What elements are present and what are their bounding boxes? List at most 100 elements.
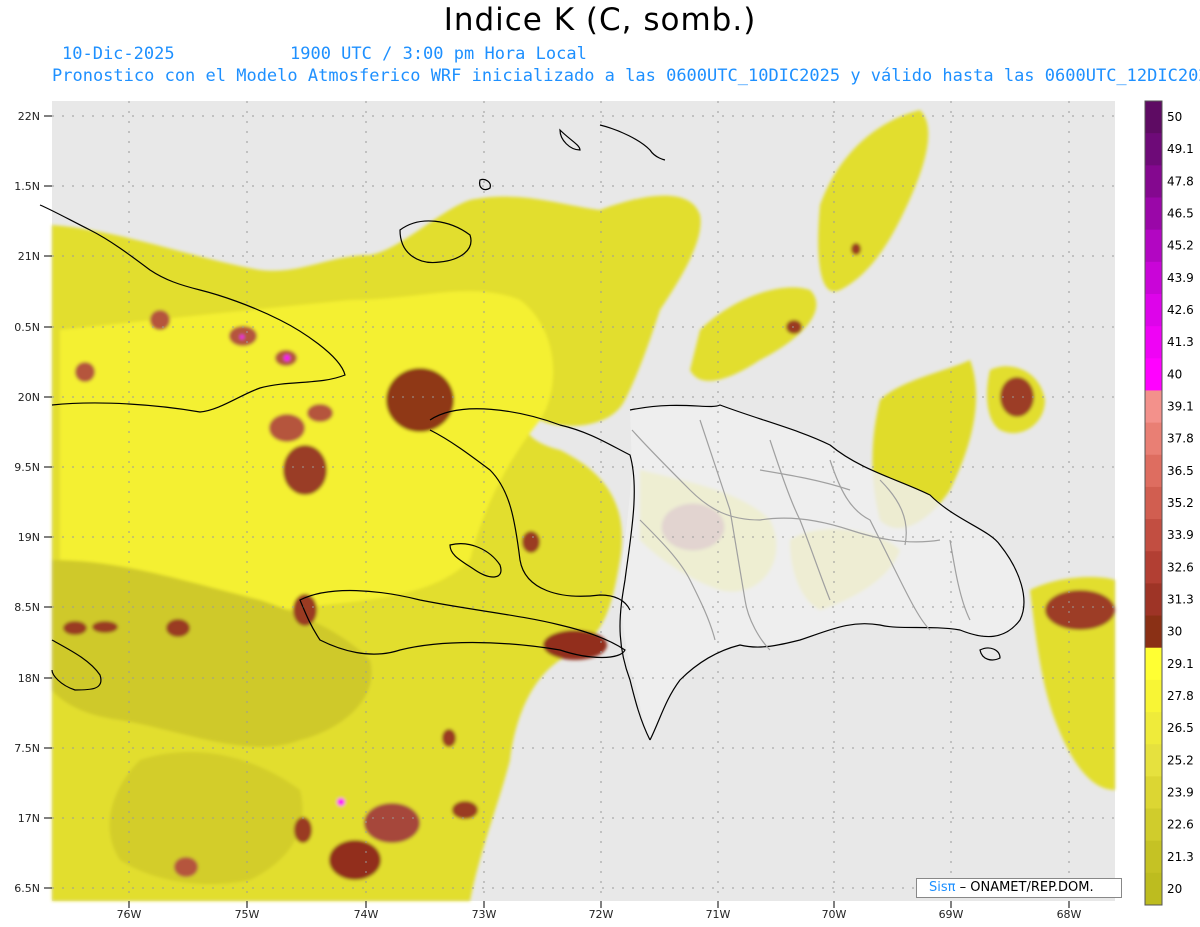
k-max-jamaica-1 [63,621,87,635]
k-max-sea-3 [174,857,198,877]
colorbar-swatch [1145,744,1162,777]
colorbar-swatch [1145,358,1162,391]
k-max-sea-4 [442,729,456,747]
k-max-cuba-south [283,445,327,495]
colorbar-swatch [1145,551,1162,584]
colorbar: 50 49.1 47.8 46.5 45.2 43.9 42.6 41.3 40 39.1 37.8… [1144,100,1194,906]
colorbar-swatch [1145,293,1162,327]
colorbar-swatch [1145,872,1162,906]
k-peak-magenta-3 [240,335,244,339]
sis-logo-text: Sisπ [929,880,956,895]
k-max-gonave [522,531,540,553]
colorbar-swatch [1145,519,1162,552]
lon-label: 68W [1057,908,1082,921]
colorbar-swatch [1145,647,1162,681]
colorbar-label: 27.8 [1167,689,1194,703]
colorbar-swatch [1145,454,1162,488]
k-max-haiti-south [543,630,607,660]
colorbar-label: 30 [1167,625,1182,639]
k-index-map: 22N 1.5N 21N 0.5N 20N 9.5N 19N 8.5N 18N 7.5N 17N 6.… [14,100,1194,921]
k-max-sea-1 [452,801,478,819]
k-max-east [1045,590,1115,630]
k-peak-magenta-1 [284,355,290,361]
colorbar-label: 43.9 [1167,271,1194,285]
lat-label: 8.5N [14,601,40,614]
colorbar-label: 50 [1167,110,1182,124]
colorbar-label: 36.5 [1167,464,1194,478]
colorbar-label: 32.6 [1167,560,1194,574]
lon-label: 75W [235,908,260,921]
credit-box: Sisπ – ONAMET/REP.DOM. [916,878,1122,898]
k-max-cuba-east [386,368,454,432]
colorbar-swatch [1145,808,1162,842]
colorbar-swatch [1145,326,1162,359]
lon-label: 76W [117,908,142,921]
lat-label: 22N [18,110,40,123]
colorbar-swatch [1145,165,1162,198]
colorbar-label: 37.8 [1167,432,1194,446]
colorbar-label: 42.6 [1167,303,1194,317]
colorbar-label: 26.5 [1167,721,1194,735]
k-max-sea-2 [294,817,312,843]
colorbar-swatch [1145,101,1162,134]
colorbar-swatch [1145,583,1162,617]
lat-label: 18N [18,672,40,685]
colorbar-label: 47.8 [1167,174,1194,188]
latitude-labels: 22N 1.5N 21N 0.5N 20N 9.5N 19N 8.5N 18N 7.5N 17N 6.… [14,110,52,895]
k-max-jamaica-3 [166,619,190,637]
lat-label: 6.5N [14,882,40,895]
lat-label: 1.5N [14,180,40,193]
colorbar-label: 31.3 [1167,592,1194,606]
k-max-cuba-2 [269,414,305,442]
k-max-jamaica-2 [92,621,118,633]
k-max-caribbean-2 [329,840,381,880]
colorbar-label: 45.2 [1167,239,1194,253]
lon-label: 72W [589,908,614,921]
lat-label: 7.5N [14,742,40,755]
colorbar-label: 46.5 [1167,207,1194,221]
colorbar-swatch [1145,422,1162,456]
credit-text: – ONAMET/REP.DOM. [959,880,1094,895]
colorbar-swatch [1145,712,1162,745]
lat-label: 17N [18,812,40,825]
colorbar-label: 21.3 [1167,850,1194,864]
k-max-haiti-west [293,594,317,626]
colorbar-label: 23.9 [1167,785,1194,799]
colorbar-swatch [1145,840,1162,874]
lon-label: 69W [939,908,964,921]
colorbar-swatch [1145,133,1162,166]
colorbar-swatch [1145,679,1162,713]
lat-label: 20N [18,391,40,404]
colorbar-label: 25.2 [1167,753,1194,767]
k-max-atlantic [1000,377,1034,417]
colorbar-label: 49.1 [1167,142,1194,156]
k-max-cuba-3 [307,404,333,422]
longitude-labels: 76W 75W 74W 73W 72W 71W 70W 69W 68W [117,901,1082,921]
colorbar-swatch [1145,776,1162,810]
colorbar-swatch [1145,229,1162,263]
k-max-caribbean [364,803,420,843]
colorbar-label: 29.1 [1167,657,1194,671]
colorbar-label: 22.6 [1167,818,1194,832]
lat-label: 21N [18,250,40,263]
colorbar-label: 20 [1167,882,1182,896]
lon-label: 73W [472,908,497,921]
lon-label: 70W [822,908,847,921]
colorbar-label: 33.9 [1167,528,1194,542]
colorbar-swatch [1145,261,1162,295]
colorbar-swatch [1145,486,1162,520]
lon-label: 74W [354,908,379,921]
colorbar-label: 39.1 [1167,400,1194,414]
lat-label: 0.5N [14,321,40,334]
lon-label: 71W [706,908,731,921]
colorbar-swatch [1145,615,1162,649]
colorbar-label: 40 [1167,367,1182,381]
k-max-n-2 [851,243,861,255]
k-peak-magenta-2 [337,798,345,806]
colorbar-label: 35.2 [1167,496,1194,510]
colorbar-swatch [1145,197,1162,231]
colorbar-swatch [1145,390,1162,424]
colorbar-label: 41.3 [1167,335,1194,349]
lat-label: 9.5N [14,461,40,474]
lat-label: 19N [18,531,40,544]
